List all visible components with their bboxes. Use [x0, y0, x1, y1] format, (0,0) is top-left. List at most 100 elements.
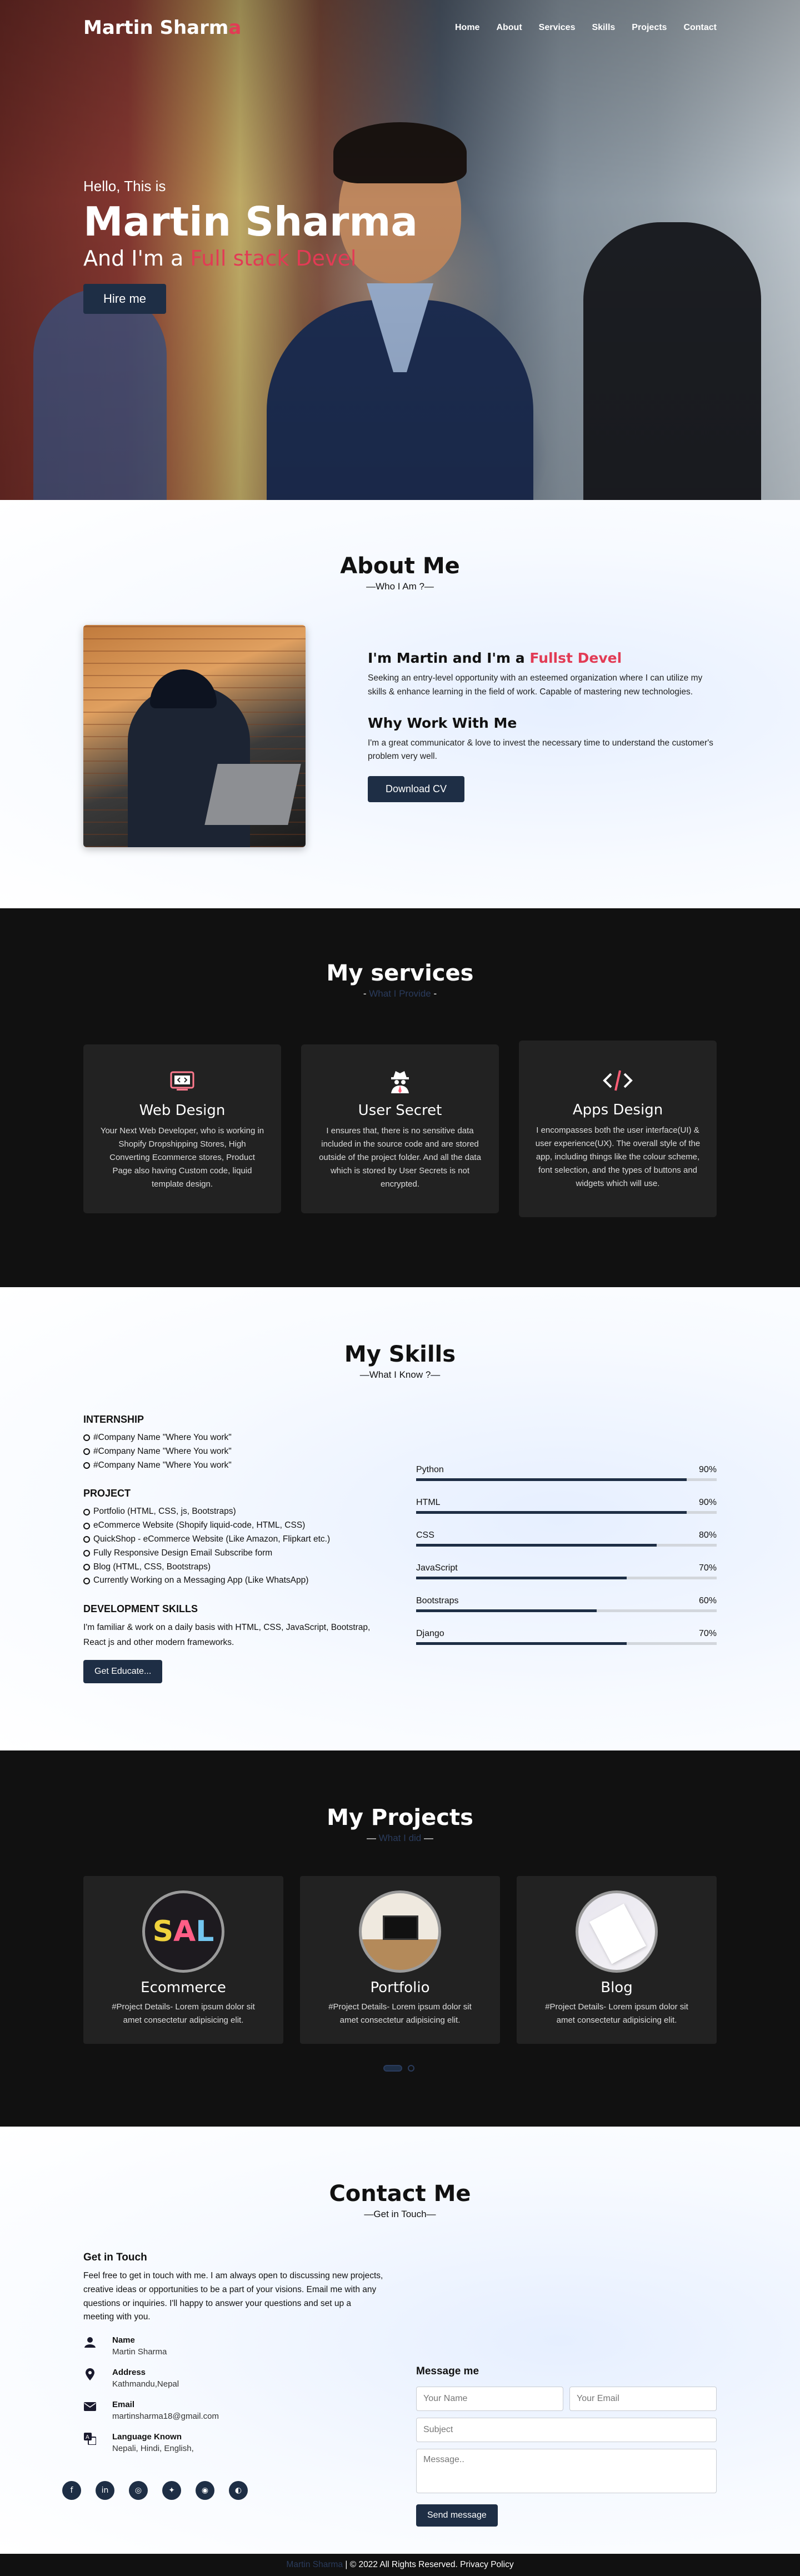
send-message-button[interactable]: Send message	[416, 2504, 498, 2527]
section-subtitle: —Who I Am ?—	[366, 581, 434, 592]
project-card-blog[interactable]: Blog #Project Details- Lorem ipsum dolor…	[517, 1876, 717, 2044]
info-address: Address Kathmandu,Nepal	[83, 2368, 383, 2389]
circle-icon	[83, 1577, 90, 1584]
projects-section: My Projects — What I did — SAL Ecommerce…	[0, 1750, 800, 2127]
contact-intro: Feel free to get in touch with me. I am …	[83, 2271, 383, 2322]
nav-link-home[interactable]: Home	[455, 23, 479, 33]
why-work-paragraph: I'm a great communicator & love to inves…	[368, 738, 713, 762]
carousel-dots	[383, 2065, 414, 2072]
download-cv-button[interactable]: Download CV	[368, 776, 465, 803]
info-name: Name Martin Sharma	[83, 2335, 383, 2357]
stack-overflow-icon[interactable]: ◐	[229, 2481, 248, 2500]
skill-fill	[416, 1544, 657, 1547]
contact-section: Contact Me —Get in Touch— Get in Touch F…	[0, 2127, 800, 2554]
social-links: f in ◎ ✦ ◉ ◐	[62, 2481, 248, 2500]
internship-heading: INTERNSHIP	[83, 1414, 144, 1425]
message-me-heading: Message me	[416, 2365, 479, 2377]
name-input[interactable]	[416, 2387, 563, 2411]
project-title: Blog	[601, 1979, 633, 1996]
skill-track	[416, 1609, 717, 1612]
navbar: Martin Sharma Home About Services Skills…	[0, 0, 800, 56]
skill-fill	[416, 1511, 687, 1514]
project-text: #Project Details- Lorem ipsum dolor sit …	[328, 2002, 472, 2025]
circle-icon	[83, 1522, 90, 1529]
carousel-dot-1[interactable]	[383, 2065, 402, 2072]
blog-thumbnail	[576, 1890, 658, 1973]
about-heading: I'm Martin and I'm a Fullst Devel	[368, 650, 622, 666]
language-icon: A	[83, 2432, 97, 2445]
nav-link-skills[interactable]: Skills	[592, 23, 615, 33]
circle-icon	[83, 1550, 90, 1557]
section-subtitle: — What I did —	[366, 1833, 433, 1843]
service-title: Web Design	[139, 1102, 226, 1119]
service-card-web-design[interactable]: Web Design Your Next Web Developer, who …	[83, 1044, 281, 1213]
message-textarea[interactable]	[416, 2449, 717, 2493]
map-pin-icon	[83, 2368, 97, 2381]
about-section: About Me —Who I Am ?— I'm Martin and I'm…	[0, 500, 800, 908]
skill-percent: 60%	[698, 1596, 717, 1605]
carousel-dot-2[interactable]	[408, 2065, 414, 2072]
user-icon	[83, 2335, 97, 2349]
nav-link-contact[interactable]: Contact	[683, 23, 717, 33]
logo[interactable]: Martin Sharma	[83, 17, 241, 39]
section-title: About Me	[340, 553, 460, 579]
project-card-portfolio[interactable]: Portfolio #Project Details- Lorem ipsum …	[300, 1876, 500, 2044]
circle-icon	[83, 1508, 90, 1515]
info-email: Email martinsharma18@gmail.com	[83, 2400, 383, 2421]
skill-fill	[416, 1577, 627, 1579]
footer-brand-link[interactable]: Martin Sharma	[286, 2560, 343, 2569]
section-subtitle: - What I Provide -	[363, 988, 437, 999]
section-subtitle: —What I Know ?—	[359, 1369, 441, 1380]
service-title: User Secret	[358, 1102, 442, 1119]
web-design-icon	[99, 1069, 266, 1096]
project-heading: PROJECT	[83, 1488, 131, 1499]
skill-name: JavaScript	[416, 1563, 458, 1573]
nav-link-about[interactable]: About	[496, 23, 522, 33]
nav-menu: Home About Services Skills Projects Cont…	[455, 23, 717, 33]
project-card-ecommerce[interactable]: SAL Ecommerce #Project Details- Lorem ip…	[83, 1876, 283, 2044]
service-card-user-secret[interactable]: User Secret I ensures that, there is no …	[301, 1044, 499, 1213]
skill-bar: HTML 90%	[416, 1498, 717, 1514]
development-skills-text: I'm familiar & work on a daily basis wit…	[83, 1623, 371, 1647]
skill-bar: JavaScript 70%	[416, 1563, 717, 1579]
nav-link-projects[interactable]: Projects	[632, 23, 667, 33]
twitter-icon[interactable]: ✦	[162, 2481, 181, 2500]
facebook-icon[interactable]: f	[62, 2481, 81, 2500]
skill-name: Python	[416, 1465, 444, 1474]
hero-name: Martin Sharma	[83, 198, 418, 245]
skill-track	[416, 1511, 717, 1514]
portfolio-thumbnail	[359, 1890, 441, 1973]
list-item: QuickShop - eCommerce Website (Like Amaz…	[83, 1533, 386, 1547]
list-item: Blog (HTML, CSS, Bootstraps)	[83, 1560, 386, 1574]
skill-track	[416, 1577, 717, 1579]
project-title: Portfolio	[370, 1979, 430, 1996]
circle-icon	[83, 1448, 90, 1455]
section-subtitle: —Get in Touch—	[364, 2209, 436, 2219]
about-content: I'm Martin and I'm a Fullst Devel Seekin…	[368, 650, 717, 803]
linkedin-icon[interactable]: in	[96, 2481, 114, 2500]
github-icon[interactable]: ◉	[196, 2481, 214, 2500]
skill-name: Bootstraps	[416, 1596, 459, 1605]
skill-name: Django	[416, 1629, 444, 1638]
list-item: #Company Name "Where You work"	[83, 1431, 386, 1445]
hero-role: And I'm a Full stack Devel	[83, 246, 357, 271]
service-card-apps-design[interactable]: Apps Design I encompasses both the user …	[519, 1041, 717, 1217]
circle-icon	[83, 1536, 90, 1543]
skills-section: My Skills —What I Know ?— INTERNSHIP #Co…	[0, 1287, 800, 1750]
hire-me-button[interactable]: Hire me	[83, 284, 167, 314]
circle-icon	[83, 1563, 90, 1570]
circle-icon	[83, 1462, 90, 1469]
internship-list: #Company Name "Where You work" #Company …	[83, 1431, 386, 1472]
svg-text:A: A	[86, 2434, 89, 2440]
get-educate-button[interactable]: Get Educate...	[83, 1659, 163, 1683]
instagram-icon[interactable]: ◎	[129, 2481, 148, 2500]
hero-greeting: Hello, This is	[83, 178, 166, 194]
section-title: My Projects	[327, 1805, 473, 1830]
email-input[interactable]	[569, 2387, 717, 2411]
skill-name: HTML	[416, 1498, 441, 1507]
project-text: #Project Details- Lorem ipsum dolor sit …	[545, 2002, 688, 2025]
nav-link-services[interactable]: Services	[539, 23, 576, 33]
skill-percent: 90%	[698, 1498, 717, 1507]
subject-input[interactable]	[416, 2418, 717, 2442]
skill-percent: 80%	[698, 1530, 717, 1540]
